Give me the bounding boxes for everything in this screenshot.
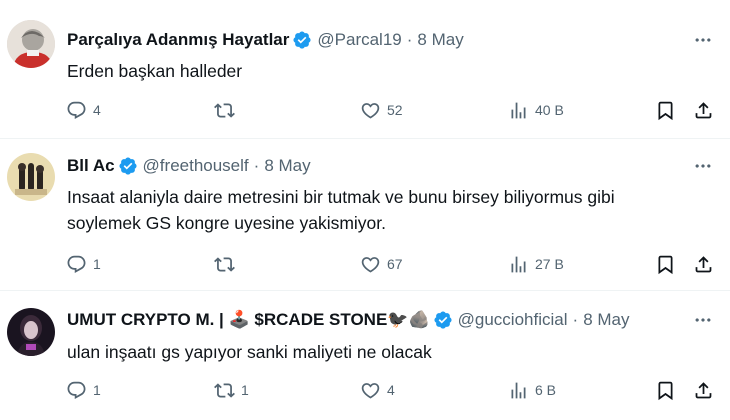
bookmark-icon — [655, 380, 676, 401]
tweet[interactable]: Parçalıya Adanmış Hayatlar @Parcal19 · 8… — [0, 0, 730, 138]
reply-button[interactable]: 4 — [66, 98, 101, 122]
heart-icon — [360, 100, 381, 121]
views-count: 40 B — [535, 102, 564, 118]
tweet[interactable]: Bll Ac @freethouself · 8 May Insaat alan… — [0, 139, 730, 290]
tweet-actions: 1 1 4 6 B — [0, 378, 730, 402]
views-icon — [508, 254, 529, 275]
avatar-image — [7, 308, 55, 356]
reply-count: 1 — [93, 256, 101, 272]
user-handle[interactable]: @freethouself — [143, 156, 249, 176]
bookmark-icon — [655, 254, 676, 275]
views-icon — [508, 100, 529, 121]
avatar[interactable] — [7, 20, 55, 68]
views-count: 6 B — [535, 382, 557, 398]
reply-icon — [66, 380, 87, 401]
verified-badge-icon[interactable] — [433, 310, 453, 330]
like-button[interactable]: 4 — [360, 378, 395, 402]
tweet-text: Insaat alaniyla daire metresini bir tutm… — [67, 187, 615, 233]
reply-count: 1 — [93, 382, 101, 398]
tweet-date[interactable]: 8 May — [583, 310, 629, 330]
separator-dot: · — [253, 156, 260, 175]
tweet-header: Bll Ac @freethouself · 8 May — [67, 155, 311, 177]
heart-icon — [360, 380, 381, 401]
more-options-button[interactable] — [690, 30, 716, 50]
separator-dot: · — [572, 310, 579, 329]
tweet-text: ulan inşaatı gs yapıyor sanki maliyeti n… — [67, 342, 432, 362]
retweet-icon — [214, 380, 235, 401]
retweet-button[interactable] — [214, 252, 241, 276]
separator-dot: · — [406, 30, 413, 49]
views-icon — [508, 380, 529, 401]
views-count: 27 B — [535, 256, 564, 272]
views-button[interactable]: 6 B — [508, 378, 556, 402]
reply-button[interactable]: 1 — [66, 378, 101, 402]
tweet-actions: 4 52 40 B — [0, 98, 730, 122]
display-name[interactable]: Bll Ac — [67, 156, 115, 176]
share-icon — [693, 254, 714, 275]
more-icon — [693, 310, 713, 330]
more-icon — [693, 156, 713, 176]
reply-icon — [66, 100, 87, 121]
tweet-header: Parçalıya Adanmış Hayatlar @Parcal19 · 8… — [67, 29, 464, 51]
share-button[interactable] — [692, 252, 714, 276]
avatar-image — [7, 153, 55, 201]
share-button[interactable] — [692, 98, 714, 122]
display-name[interactable]: UMUT CRYPTO M. | 🕹️ $RCADE STONE🐦‍⬛🪨 — [67, 310, 430, 330]
user-handle[interactable]: @gucciohficial — [458, 310, 568, 330]
user-handle[interactable]: @Parcal19 — [317, 30, 401, 50]
reply-button[interactable]: 1 — [66, 252, 101, 276]
share-button[interactable] — [692, 378, 714, 402]
bookmark-button[interactable] — [654, 98, 676, 122]
retweet-count: 1 — [241, 382, 249, 398]
tweet[interactable]: UMUT CRYPTO M. | 🕹️ $RCADE STONE🐦‍⬛🪨 @gu… — [0, 291, 730, 420]
avatar-image — [7, 20, 55, 68]
share-icon — [693, 100, 714, 121]
avatar[interactable] — [7, 153, 55, 201]
like-count: 52 — [387, 102, 403, 118]
bookmark-button[interactable] — [654, 252, 676, 276]
tweet-date[interactable]: 8 May — [417, 30, 463, 50]
like-button[interactable]: 67 — [360, 252, 403, 276]
display-name[interactable]: Parçalıya Adanmış Hayatlar — [67, 30, 289, 50]
heart-icon — [360, 254, 381, 275]
retweet-button[interactable]: 1 — [214, 378, 249, 402]
bookmark-button[interactable] — [654, 378, 676, 402]
share-icon — [693, 380, 714, 401]
reply-icon — [66, 254, 87, 275]
bookmark-icon — [655, 100, 676, 121]
tweet-actions: 1 67 27 B — [0, 252, 730, 276]
views-button[interactable]: 27 B — [508, 252, 564, 276]
reply-count: 4 — [93, 102, 101, 118]
verified-badge-icon[interactable] — [292, 30, 312, 50]
tweet-header: UMUT CRYPTO M. | 🕹️ $RCADE STONE🐦‍⬛🪨 @gu… — [67, 309, 629, 331]
more-options-button[interactable] — [690, 156, 716, 176]
more-options-button[interactable] — [690, 310, 716, 330]
retweet-icon — [214, 254, 235, 275]
tweet-text: Erden başkan halleder — [67, 61, 243, 81]
more-icon — [693, 30, 713, 50]
retweet-button[interactable] — [214, 98, 241, 122]
views-button[interactable]: 40 B — [508, 98, 564, 122]
verified-badge-icon[interactable] — [118, 156, 138, 176]
like-button[interactable]: 52 — [360, 98, 403, 122]
tweet-date[interactable]: 8 May — [264, 156, 310, 176]
like-count: 67 — [387, 256, 403, 272]
avatar[interactable] — [7, 308, 55, 356]
like-count: 4 — [387, 382, 395, 398]
retweet-icon — [214, 100, 235, 121]
